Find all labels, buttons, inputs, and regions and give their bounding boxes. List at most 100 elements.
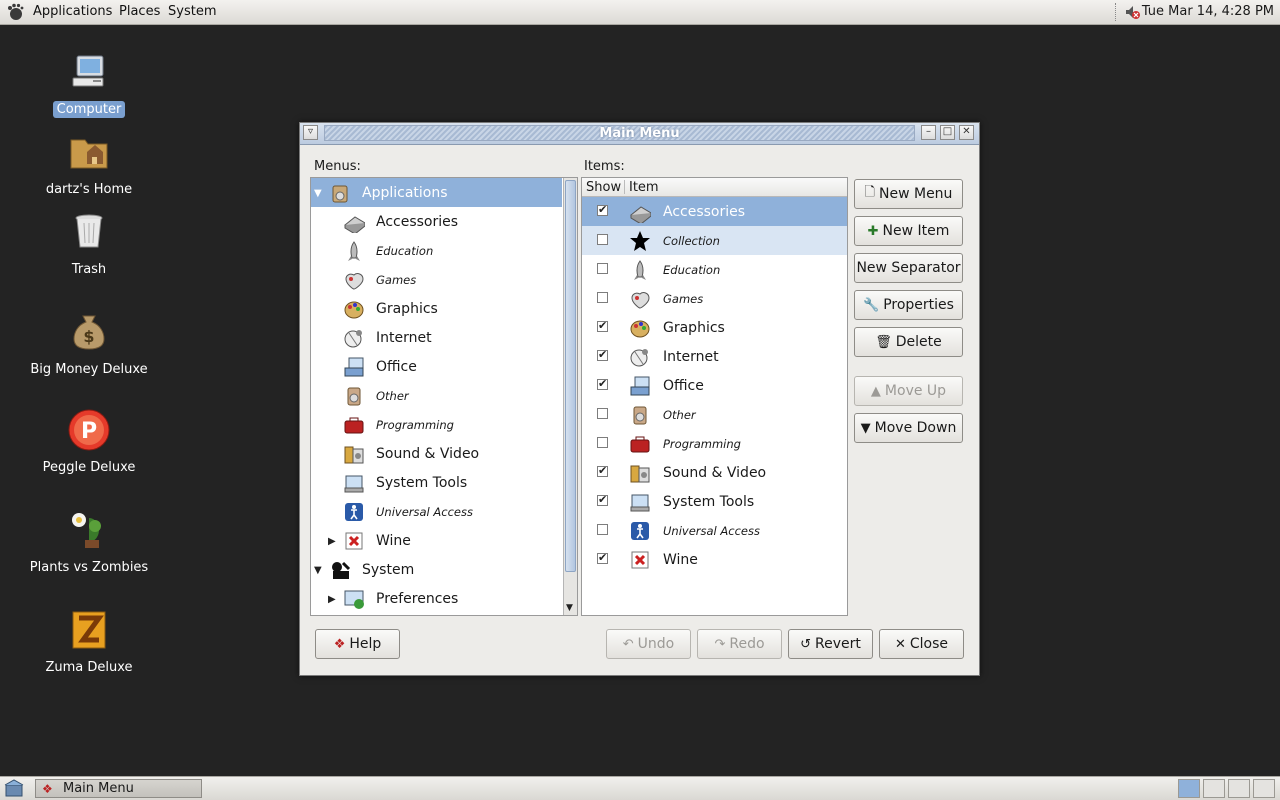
taskbar-main-menu[interactable]: ❖ Main Menu bbox=[35, 779, 202, 798]
menu-tree-item[interactable]: ▼ Applications bbox=[311, 178, 562, 207]
menu-tree-item[interactable]: System Tools bbox=[311, 468, 562, 497]
applications-menu[interactable]: Applications bbox=[33, 4, 112, 19]
item-row[interactable]: ✔ Internet bbox=[582, 342, 847, 371]
workspace-3[interactable] bbox=[1228, 779, 1250, 798]
show-checkbox[interactable] bbox=[597, 234, 608, 245]
column-item[interactable]: Item bbox=[629, 180, 659, 195]
menu-tree-item[interactable]: Other bbox=[311, 381, 562, 410]
menu-tree-item[interactable]: Accessories bbox=[311, 207, 562, 236]
redo-button[interactable]: ↷ Redo bbox=[697, 629, 782, 659]
redo-icon: ↷ bbox=[714, 636, 726, 652]
show-checkbox[interactable] bbox=[597, 292, 608, 303]
item-row[interactable]: ✔ Office bbox=[582, 371, 847, 400]
items-list[interactable]: Show Item ✔ Accessories Collection Educatio… bbox=[581, 177, 848, 616]
tree-scrollbar-thumb[interactable] bbox=[565, 180, 576, 572]
new-separator-button[interactable]: New Separator bbox=[854, 253, 963, 283]
item-row[interactable]: ✔ Graphics bbox=[582, 313, 847, 342]
trash-small-icon: 🗑 bbox=[875, 334, 892, 350]
show-checkbox[interactable] bbox=[597, 408, 608, 419]
column-show[interactable]: Show bbox=[586, 180, 621, 195]
new-item-button[interactable]: ✚ New Item bbox=[854, 216, 963, 246]
expander-open-icon[interactable]: ▼ bbox=[314, 565, 322, 576]
item-row[interactable]: ✔ Wine bbox=[582, 545, 847, 574]
desktop-icon-label: Trash bbox=[71, 262, 107, 277]
menu-tree-item-label: System Tools bbox=[376, 475, 468, 491]
workspace-1[interactable] bbox=[1178, 779, 1200, 798]
minimize-button[interactable]: – bbox=[921, 125, 936, 140]
show-checkbox[interactable]: ✔ bbox=[597, 320, 608, 332]
scroll-down-arrow[interactable]: ▼ bbox=[566, 603, 573, 613]
item-row[interactable]: ✔ Sound & Video bbox=[582, 458, 847, 487]
peggle-icon: P bbox=[68, 409, 110, 451]
desktop-icon-peggle[interactable]: P Peggle Deluxe bbox=[20, 408, 158, 476]
desktop-icon-zuma[interactable]: Zuma Deluxe bbox=[20, 608, 158, 676]
gnome-foot-icon[interactable] bbox=[6, 3, 24, 21]
item-row[interactable]: ✔ System Tools bbox=[582, 487, 847, 516]
items-header: Show Item bbox=[582, 178, 847, 197]
show-checkbox[interactable]: ✔ bbox=[597, 552, 608, 564]
system-menu[interactable]: System bbox=[168, 4, 216, 19]
show-checkbox[interactable] bbox=[597, 263, 608, 274]
menu-tree-item[interactable]: Programming bbox=[311, 410, 562, 439]
new-menu-button[interactable]: 🗋 New Menu bbox=[854, 179, 963, 209]
title-bar[interactable]: ▿ Main Menu – □ ✕ bbox=[300, 123, 979, 145]
menu-tree-item[interactable]: Graphics bbox=[311, 294, 562, 323]
delete-button[interactable]: 🗑 Delete bbox=[854, 327, 963, 357]
workspace-4[interactable] bbox=[1253, 779, 1275, 798]
show-checkbox[interactable]: ✔ bbox=[597, 349, 608, 361]
item-row[interactable]: Games bbox=[582, 284, 847, 313]
clock[interactable]: Tue Mar 14, 4:28 PM bbox=[1142, 4, 1274, 19]
svg-text:P: P bbox=[81, 419, 97, 444]
close-button[interactable]: ✕ Close bbox=[879, 629, 964, 659]
desktop-icon-home[interactable]: dartz's Home bbox=[20, 130, 158, 198]
menu-tree-item[interactable]: ▶ Wine bbox=[311, 526, 562, 555]
show-desktop-icon[interactable] bbox=[3, 779, 25, 799]
menu-tree-item-label: Preferences bbox=[376, 591, 459, 607]
item-row[interactable]: Programming bbox=[582, 429, 847, 458]
menu-tree-item[interactable]: Sound & Video bbox=[311, 439, 562, 468]
expander-closed-icon[interactable]: ▶ bbox=[328, 536, 336, 547]
volume-icon[interactable] bbox=[1123, 3, 1141, 21]
money-bag-icon: $ bbox=[73, 315, 105, 350]
menu-tree-item-label: Games bbox=[376, 273, 417, 287]
move-up-button[interactable]: ▲ Move Up bbox=[854, 376, 963, 406]
expander-open-icon[interactable]: ▼ bbox=[314, 188, 322, 199]
show-checkbox[interactable]: ✔ bbox=[597, 465, 608, 477]
move-down-button[interactable]: ▼ Move Down bbox=[854, 413, 963, 443]
show-checkbox[interactable]: ✔ bbox=[597, 378, 608, 390]
close-window-button[interactable]: ✕ bbox=[959, 125, 974, 140]
desktop-icon-trash[interactable]: Trash bbox=[20, 210, 158, 278]
desktop-icon-computer[interactable]: Computer bbox=[20, 50, 158, 118]
item-row[interactable]: Education bbox=[582, 255, 847, 284]
menu-tree-item[interactable]: Internet bbox=[311, 323, 562, 352]
item-row[interactable]: Universal Access bbox=[582, 516, 847, 545]
show-checkbox[interactable] bbox=[597, 437, 608, 448]
properties-button[interactable]: 🔧 Properties bbox=[854, 290, 963, 320]
menus-tree[interactable]: ▼ Applications Accessories Education Games Gr… bbox=[310, 177, 578, 616]
menu-tree-item[interactable]: ▼ System bbox=[311, 555, 562, 584]
undo-button[interactable]: ↶ Undo bbox=[606, 629, 691, 659]
show-checkbox[interactable]: ✔ bbox=[597, 204, 608, 216]
menu-tree-item[interactable]: Universal Access bbox=[311, 497, 562, 526]
maximize-button[interactable]: □ bbox=[940, 125, 955, 140]
help-button[interactable]: ❖ Help bbox=[315, 629, 400, 659]
show-checkbox[interactable] bbox=[597, 524, 608, 535]
menu-tree-item[interactable]: Office bbox=[311, 352, 562, 381]
menu-tree-item[interactable]: ▶ Preferences bbox=[311, 584, 562, 613]
item-row[interactable]: Other bbox=[582, 400, 847, 429]
desktop-icon-plants[interactable]: Plants vs Zombies bbox=[20, 508, 158, 576]
item-row[interactable]: ✔ Accessories bbox=[582, 197, 847, 226]
education-icon bbox=[629, 259, 651, 281]
show-checkbox[interactable]: ✔ bbox=[597, 494, 608, 506]
item-row[interactable]: Collection bbox=[582, 226, 847, 255]
menu-tree-item[interactable]: Education bbox=[311, 236, 562, 265]
revert-button[interactable]: ↺ Revert bbox=[788, 629, 873, 659]
office-icon bbox=[343, 356, 365, 378]
menu-tree-item-label: Education bbox=[376, 244, 434, 258]
places-menu[interactable]: Places bbox=[119, 4, 160, 19]
tree-scrollbar[interactable]: ▼ bbox=[563, 178, 577, 615]
workspace-2[interactable] bbox=[1203, 779, 1225, 798]
desktop-icon-big-money[interactable]: $ Big Money Deluxe bbox=[20, 310, 158, 378]
menu-tree-item[interactable]: Games bbox=[311, 265, 562, 294]
expander-closed-icon[interactable]: ▶ bbox=[328, 594, 336, 605]
